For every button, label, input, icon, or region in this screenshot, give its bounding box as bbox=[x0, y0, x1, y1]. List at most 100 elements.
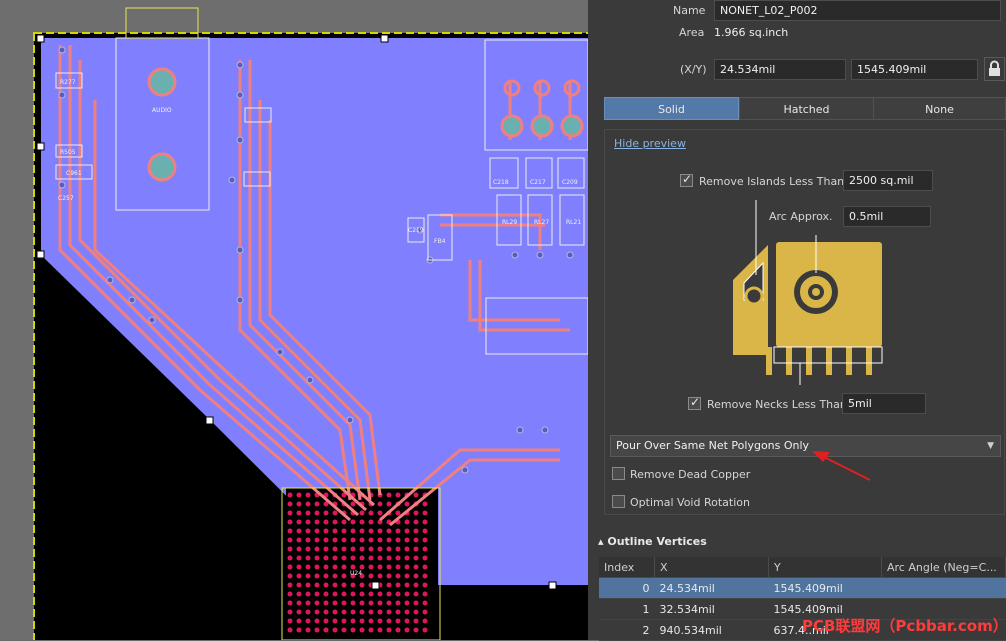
bga-pad bbox=[368, 591, 374, 597]
bga-pad bbox=[332, 564, 338, 570]
bga-pad bbox=[287, 492, 293, 498]
bga-pad bbox=[359, 519, 365, 525]
bga-pad bbox=[359, 609, 365, 615]
remove-necks-checkbox[interactable] bbox=[688, 395, 701, 410]
pour-preview-image bbox=[733, 200, 883, 385]
bga-pad bbox=[422, 591, 428, 597]
bga-pad bbox=[422, 609, 428, 615]
bga-pad bbox=[404, 501, 410, 507]
bga-pad bbox=[404, 564, 410, 570]
pour-over-dropdown[interactable]: Pour Over Same Net Polygons Only ▼ bbox=[610, 435, 1001, 457]
lock-button[interactable] bbox=[984, 57, 1005, 81]
bga-pad bbox=[368, 564, 374, 570]
x-field[interactable]: 24.534mil bbox=[714, 59, 846, 80]
remove-necks-field[interactable]: 5mil bbox=[842, 393, 926, 414]
bga-pad bbox=[413, 555, 419, 561]
col-index[interactable]: Index bbox=[599, 557, 655, 578]
bga-pad bbox=[305, 546, 311, 552]
annotation-arrow-icon bbox=[812, 451, 871, 481]
pcb-label-audio: AUDIO bbox=[152, 107, 172, 114]
name-field[interactable]: NONET_L02_P002 bbox=[714, 0, 1001, 21]
bga-pad bbox=[395, 618, 401, 624]
y-field[interactable]: 1545.409mil bbox=[851, 59, 978, 80]
bga-pad bbox=[368, 519, 374, 525]
col-x[interactable]: X bbox=[654, 557, 769, 578]
bga-pad bbox=[413, 519, 419, 525]
table-row[interactable]: 0 24.534mil 1545.409mil bbox=[599, 577, 1006, 599]
fill-mode-hatched[interactable]: Hatched bbox=[739, 97, 874, 120]
bga-pad bbox=[377, 555, 383, 561]
bga-pad bbox=[359, 627, 365, 633]
bga-pad bbox=[404, 609, 410, 615]
pour-over-value: Pour Over Same Net Polygons Only bbox=[616, 439, 810, 452]
bga-pad bbox=[386, 537, 392, 543]
bga-pad bbox=[341, 528, 347, 534]
col-arc-angle[interactable]: Arc Angle (Neg=C... bbox=[881, 557, 1006, 578]
bga-pad bbox=[359, 537, 365, 543]
bga-pad bbox=[413, 591, 419, 597]
bga-pad bbox=[422, 537, 428, 543]
bga-pad bbox=[296, 582, 302, 588]
bga-pad bbox=[332, 537, 338, 543]
bga-pad bbox=[368, 528, 374, 534]
bga-pad bbox=[287, 582, 293, 588]
bga-pad bbox=[377, 564, 383, 570]
bga-pad bbox=[377, 546, 383, 552]
remove-islands-checkbox[interactable] bbox=[680, 172, 693, 187]
bga-pad bbox=[314, 564, 320, 570]
bga-pad bbox=[305, 618, 311, 624]
fill-mode-solid[interactable]: Solid bbox=[604, 97, 739, 120]
area-value: 1.966 sq.inch bbox=[714, 26, 789, 39]
bga-pad bbox=[386, 573, 392, 579]
bga-pad bbox=[350, 564, 356, 570]
bga-pad bbox=[413, 528, 419, 534]
col-y[interactable]: Y bbox=[768, 557, 882, 578]
remove-islands-field[interactable]: 2500 sq.mil bbox=[843, 170, 933, 191]
bga-pad bbox=[422, 582, 428, 588]
pcb-label-c219: C219 bbox=[408, 227, 424, 234]
pcb-label-r505: R505 bbox=[60, 149, 76, 156]
bga-pad bbox=[404, 537, 410, 543]
bga-pad bbox=[386, 618, 392, 624]
bga-pad bbox=[314, 573, 320, 579]
hide-preview-link[interactable]: Hide preview bbox=[614, 137, 686, 150]
outline-vertices-header[interactable]: ▴ Outline Vertices bbox=[598, 535, 707, 548]
bga-pad bbox=[350, 546, 356, 552]
bga-pad bbox=[368, 510, 374, 516]
fill-mode-none[interactable]: None bbox=[873, 97, 1006, 120]
outline-vertices-title: Outline Vertices bbox=[607, 535, 707, 548]
bga-pad bbox=[323, 591, 329, 597]
bga-pad bbox=[296, 564, 302, 570]
bga-pad bbox=[314, 627, 320, 633]
bga-pad bbox=[377, 510, 383, 516]
bga-pad bbox=[359, 591, 365, 597]
bga-pad bbox=[404, 600, 410, 606]
bga-pad bbox=[368, 609, 374, 615]
bga-pad bbox=[323, 582, 329, 588]
bga-pad bbox=[296, 573, 302, 579]
bga-pad bbox=[368, 573, 374, 579]
bga-pad bbox=[341, 591, 347, 597]
bga-pad bbox=[413, 537, 419, 543]
bga-pad bbox=[296, 492, 302, 498]
remove-dead-copper-checkbox[interactable] bbox=[612, 467, 625, 480]
row-x: 32.534mil bbox=[654, 598, 769, 620]
bga-pad bbox=[296, 510, 302, 516]
bga-pad bbox=[350, 600, 356, 606]
bga-pad bbox=[296, 600, 302, 606]
row-index: 2 bbox=[599, 619, 655, 641]
xy-label: (X/Y) bbox=[680, 63, 707, 76]
bga-pad bbox=[395, 591, 401, 597]
bga-pad bbox=[386, 564, 392, 570]
pcb-label-c961: C961 bbox=[66, 170, 82, 177]
bga-pad bbox=[305, 573, 311, 579]
optimal-void-rotation-checkbox[interactable] bbox=[612, 495, 625, 508]
pcb-canvas[interactable]: AUDIO R277 R505 C961 C257 C218 C217 C209… bbox=[0, 0, 588, 640]
bga-pad bbox=[386, 546, 392, 552]
bga-pad bbox=[359, 546, 365, 552]
optimal-void-rotation-label: Optimal Void Rotation bbox=[630, 496, 750, 509]
bga-pad bbox=[377, 600, 383, 606]
bga-pad bbox=[386, 591, 392, 597]
bga-pad bbox=[413, 492, 419, 498]
bga-pad bbox=[287, 609, 293, 615]
